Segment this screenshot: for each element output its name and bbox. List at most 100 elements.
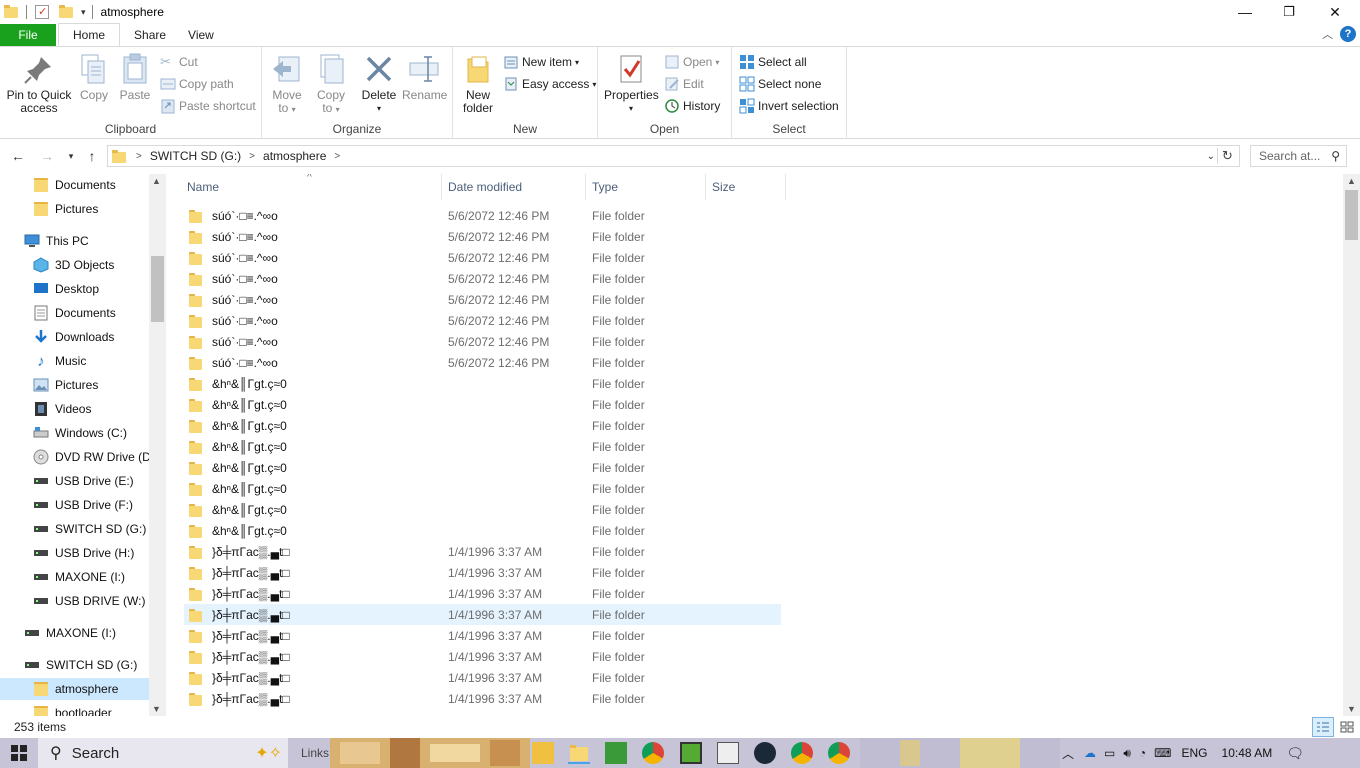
column-header-size[interactable]: Size xyxy=(706,174,786,200)
scroll-up-icon[interactable]: ▲ xyxy=(1347,176,1356,186)
nav-item-atmosphere[interactable]: atmosphere xyxy=(0,678,149,700)
select-all-button[interactable]: Select all xyxy=(739,52,807,72)
scroll-down-icon[interactable]: ▼ xyxy=(1347,704,1356,714)
nav-item-desktop[interactable]: Desktop xyxy=(0,278,149,300)
table-row[interactable]: }δ╪πΓac▒.▄t□ 1/4/1996 3:37 AM File folder xyxy=(184,646,781,667)
table-row[interactable]: súó`·□≡.^∞o 5/6/2072 12:46 PM File folder xyxy=(184,247,781,268)
column-header-type[interactable]: Type xyxy=(586,174,706,200)
history-button[interactable]: History xyxy=(664,96,720,116)
links-toolbar[interactable]: Links xyxy=(297,738,329,768)
table-row[interactable]: súó`·□≡.^∞o 5/6/2072 12:46 PM File folder xyxy=(184,226,781,247)
language-indicator[interactable]: ENG xyxy=(1182,746,1208,760)
table-row[interactable]: &hⁿ&║Γgt.ç≈0 File folder xyxy=(184,373,781,394)
nav-scrollbar[interactable]: ▲ ▼ xyxy=(149,174,166,716)
steam-app-icon[interactable] xyxy=(754,742,776,764)
paste-shortcut-button[interactable]: Paste shortcut xyxy=(160,96,256,116)
nav-item-usb-drive-f[interactable]: USB Drive (F:) xyxy=(0,494,149,516)
nav-item-downloads[interactable]: Downloads xyxy=(0,326,149,348)
table-row[interactable]: &hⁿ&║Γgt.ç≈0 File folder xyxy=(184,499,781,520)
volume-icon[interactable]: 🔊︎ xyxy=(1123,746,1131,761)
show-hidden-icons-chevron-icon[interactable]: ︿ xyxy=(1062,745,1074,762)
nav-item-switch-sd-g[interactable]: SWITCH SD (G:) xyxy=(0,654,149,676)
quick-access-dropdown-icon[interactable]: ▾ xyxy=(81,7,86,18)
tab-file[interactable]: File xyxy=(0,24,56,46)
address-bar[interactable]: > SWITCH SD (G:) > atmosphere > ⌄ ↻ xyxy=(107,145,1240,167)
table-row[interactable]: &hⁿ&║Γgt.ç≈0 File folder xyxy=(184,415,781,436)
file-explorer-app-icon[interactable] xyxy=(568,742,590,764)
close-button[interactable]: ✕ xyxy=(1312,0,1358,24)
table-row[interactable]: &hⁿ&║Γgt.ç≈0 File folder xyxy=(184,520,781,541)
large-icons-view-button[interactable] xyxy=(1336,717,1358,737)
column-header-name[interactable]: Name xyxy=(181,174,442,200)
chrome-app-icon-3[interactable] xyxy=(828,742,850,764)
notifications-icon[interactable]: 🗨︎ xyxy=(1286,745,1304,762)
details-view-button[interactable] xyxy=(1312,717,1334,737)
table-row[interactable]: súó`·□≡.^∞o 5/6/2072 12:46 PM File folder xyxy=(184,289,781,310)
file-list-scrollbar-thumb[interactable] xyxy=(1345,190,1358,240)
address-dropdown-chevron-icon[interactable]: ⌄ xyxy=(1207,151,1215,162)
copy-to-button[interactable]: Copy to ▾ xyxy=(314,53,348,116)
new-folder-button[interactable]: New folder xyxy=(461,53,495,115)
tab-share[interactable]: Share xyxy=(120,24,180,46)
meet-now-icon[interactable]: ▭ xyxy=(1104,746,1115,760)
nav-item-bootloader[interactable]: bootloader xyxy=(0,702,149,716)
new-item-button[interactable]: New item ▾ xyxy=(503,52,579,72)
table-row[interactable]: &hⁿ&║Γgt.ç≈0 File folder xyxy=(184,394,781,415)
breadcrumb-folder[interactable]: atmosphere xyxy=(263,149,326,163)
table-row[interactable]: }δ╪πΓac▒.▄t□ 1/4/1996 3:37 AM File folder xyxy=(184,667,781,688)
table-row[interactable]: &hⁿ&║Γgt.ç≈0 File folder xyxy=(184,457,781,478)
table-row[interactable]: }δ╪πΓac▒.▄t□ 1/4/1996 3:37 AM File folder xyxy=(184,688,781,709)
table-row[interactable]: súó`·□≡.^∞o 5/6/2072 12:46 PM File folder xyxy=(184,331,781,352)
minecraft-app-icon[interactable] xyxy=(605,742,627,764)
nav-item-documents[interactable]: Documents xyxy=(0,174,149,196)
nav-item-switch-sd-g[interactable]: SWITCH SD (G:) xyxy=(0,518,149,540)
properties-button[interactable]: Properties ▾ xyxy=(604,53,659,115)
nav-item-maxone-i[interactable]: MAXONE (I:) xyxy=(0,566,149,588)
table-row[interactable]: súó`·□≡.^∞o 5/6/2072 12:46 PM File folder xyxy=(184,268,781,289)
start-button[interactable] xyxy=(0,738,38,768)
delete-button[interactable]: Delete ▾ xyxy=(360,53,398,115)
table-row[interactable]: súó`·□≡.^∞o 5/6/2072 12:46 PM File folder xyxy=(184,310,781,331)
nav-item-usb-drive-h[interactable]: USB Drive (H:) xyxy=(0,542,149,564)
column-header-date-modified[interactable]: Date modified xyxy=(442,174,586,200)
nav-item-usb-drive-e[interactable]: USB Drive (E:) xyxy=(0,470,149,492)
game-app-icon[interactable] xyxy=(717,742,739,764)
search-box[interactable]: Search at... ⚲ xyxy=(1250,145,1347,167)
table-row[interactable]: }δ╪πΓac▒.▄t□ 1/4/1996 3:37 AM File folder xyxy=(184,625,781,646)
table-row[interactable]: }δ╪πΓac▒.▄t□ 1/4/1996 3:37 AM File folder xyxy=(184,541,781,562)
chevron-right-icon[interactable]: > xyxy=(334,151,340,162)
back-arrow-icon[interactable]: ← xyxy=(9,147,27,165)
table-row[interactable]: súó`·□≡.^∞o 5/6/2072 12:46 PM File folder xyxy=(184,352,781,373)
table-row[interactable]: }δ╪πΓac▒.▄t□ 1/4/1996 3:37 AM File folder xyxy=(184,604,781,625)
nav-item-this-pc[interactable]: This PC xyxy=(0,230,149,252)
scroll-up-icon[interactable]: ▲ xyxy=(152,176,161,186)
table-row[interactable]: }δ╪πΓac▒.▄t□ 1/4/1996 3:37 AM File folder xyxy=(184,583,781,604)
nav-item-usb-drive-w[interactable]: USB DRIVE (W:) xyxy=(0,590,149,612)
keyboard-icon[interactable]: ⌨ xyxy=(1154,746,1171,760)
move-to-button[interactable]: Move to ▾ xyxy=(270,53,304,116)
clock[interactable]: 10:48 AM xyxy=(1222,746,1273,760)
taskbar-search[interactable]: ⚲ Search ✦✧ xyxy=(38,738,288,768)
nav-item-dvd-rw-drive-d[interactable]: DVD RW Drive (D:) xyxy=(0,446,158,468)
up-arrow-icon[interactable]: ↑ xyxy=(83,147,101,165)
tab-home[interactable]: Home xyxy=(58,23,121,46)
forward-arrow-icon[interactable]: → xyxy=(38,147,56,165)
wifi-icon[interactable]: ◔ xyxy=(1139,746,1146,760)
scroll-down-icon[interactable]: ▼ xyxy=(152,704,161,714)
cut-button[interactable]: ✂ Cut xyxy=(160,52,198,72)
easy-access-button[interactable]: Easy access ▾ xyxy=(503,74,596,94)
collapse-ribbon-icon[interactable]: ︿ xyxy=(1322,26,1333,42)
chrome-app-icon[interactable] xyxy=(642,742,664,764)
tab-view[interactable]: View xyxy=(180,24,228,46)
breadcrumb-drive[interactable]: SWITCH SD (G:) xyxy=(150,149,241,163)
chrome-app-icon-2[interactable] xyxy=(791,742,813,764)
recent-locations-chevron-icon[interactable]: ▾ xyxy=(62,147,80,165)
refresh-icon[interactable]: ↻ xyxy=(1217,148,1237,164)
nav-item-documents[interactable]: Documents xyxy=(0,302,149,324)
paste-button[interactable]: Paste xyxy=(118,53,152,102)
pin-to-quick-access-button[interactable]: Pin to Quick access xyxy=(4,53,74,115)
table-row[interactable]: }δ╪πΓac▒.▄t□ 1/4/1996 3:37 AM File folder xyxy=(184,562,781,583)
table-row[interactable]: súó`·□≡.^∞o 5/6/2072 12:46 PM File folder xyxy=(184,205,781,226)
nav-item-3d-objects[interactable]: 3D Objects xyxy=(0,254,149,276)
nav-item-pictures[interactable]: Pictures xyxy=(0,374,149,396)
